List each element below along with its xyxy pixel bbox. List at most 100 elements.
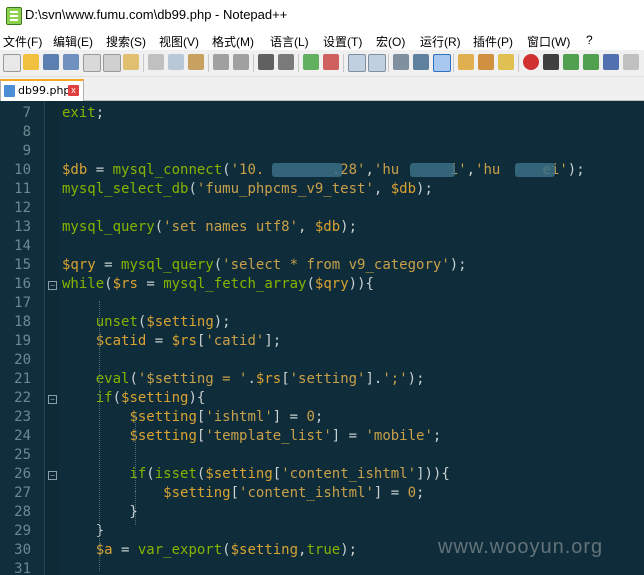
sync-v-icon[interactable]: [348, 54, 366, 72]
line-number: 13: [14, 219, 31, 235]
menu-language[interactable]: 语言(L): [270, 33, 309, 50]
title-bar: D:\svn\www.fumu.com\db99.php - Notepad++: [0, 0, 644, 31]
line-number: 16: [14, 276, 31, 292]
toolbar-separator: [518, 54, 519, 72]
undo-icon[interactable]: [213, 54, 229, 70]
code-line[interactable]: 14: [0, 237, 644, 256]
save-macro-icon[interactable]: [603, 54, 619, 70]
code-line[interactable]: 21 eval('$setting = '.$rs['setting'].';'…: [0, 370, 644, 389]
line-number: 25: [14, 447, 31, 463]
menu-plugins[interactable]: 插件(P): [473, 33, 513, 50]
line-number: 11: [14, 181, 31, 197]
close-all-icon[interactable]: [103, 54, 121, 72]
toolbar-separator: [388, 54, 389, 72]
toolbar-separator: [143, 54, 144, 72]
window-title: D:\svn\www.fumu.com\db99.php - Notepad++: [25, 7, 288, 22]
code-text: }: [62, 523, 105, 539]
code-line[interactable]: 26 if(isset($setting['content_ishtml']))…: [0, 465, 644, 484]
menu-search[interactable]: 搜索(S): [106, 33, 146, 50]
menu-window[interactable]: 窗口(W): [527, 33, 570, 50]
menu-settings[interactable]: 设置(T): [323, 33, 362, 50]
line-number: 28: [14, 504, 31, 520]
all-chars-icon[interactable]: [413, 54, 429, 70]
code-line[interactable]: 31: [0, 560, 644, 575]
code-text: unset($setting);: [95, 314, 231, 330]
line-number: 21: [14, 371, 31, 387]
close-icon[interactable]: [83, 54, 101, 72]
menu-macro[interactable]: 宏(O): [376, 33, 405, 50]
sync-h-icon[interactable]: [368, 54, 386, 72]
line-number: 18: [14, 314, 31, 330]
menu-file[interactable]: 文件(F): [3, 33, 42, 50]
replace-icon[interactable]: [278, 54, 294, 70]
function-list-icon[interactable]: [478, 54, 494, 70]
menu-view[interactable]: 视图(V): [159, 33, 199, 50]
file-icon: [4, 85, 15, 97]
code-line[interactable]: 20: [0, 351, 644, 370]
code-text: $setting['ishtml'] = 0;: [129, 409, 324, 425]
more-tools-icon[interactable]: [623, 54, 639, 70]
cut-icon[interactable]: [148, 54, 164, 70]
line-number: 31: [14, 561, 31, 575]
code-line[interactable]: 28 }: [0, 503, 644, 522]
line-number: 30: [14, 542, 31, 558]
line-number: 23: [14, 409, 31, 425]
line-number: 10: [14, 162, 31, 178]
indent-guide-icon[interactable]: [433, 54, 451, 72]
run-macro-multiple-icon[interactable]: [583, 54, 599, 70]
code-line[interactable]: 27 $setting['content_ishtml'] = 0;: [0, 484, 644, 503]
tab-close-icon[interactable]: x: [68, 85, 79, 96]
find-icon[interactable]: [258, 54, 274, 70]
code-line[interactable]: 16 while($rs = mysql_fetch_array($qry)){: [0, 275, 644, 294]
code-line[interactable]: 13 mysql_query('set names utf8', $db);: [0, 218, 644, 237]
code-editor[interactable]: 7 exit; 8 9 10 $db = mysql_connect('10. .28',…: [0, 101, 644, 575]
code-line[interactable]: 22 if($setting){: [0, 389, 644, 408]
code-line[interactable]: 18 unset($setting);: [0, 313, 644, 332]
code-line[interactable]: 12: [0, 199, 644, 218]
copy-icon[interactable]: [168, 54, 184, 70]
doc-map-icon[interactable]: [458, 54, 474, 70]
code-line[interactable]: 11 mysql_select_db('fumu_phpcms_v9_test',…: [0, 180, 644, 199]
code-line[interactable]: 19 $catid = $rs['catid'];: [0, 332, 644, 351]
toolbar-separator: [343, 54, 344, 72]
code-text: if($setting){: [95, 390, 206, 406]
menu-edit[interactable]: 编辑(E): [53, 33, 93, 50]
fold-toggle-icon[interactable]: −: [48, 471, 57, 480]
line-number: 29: [14, 523, 31, 539]
save-icon[interactable]: [43, 54, 59, 70]
code-line[interactable]: 8: [0, 123, 644, 142]
new-file-icon[interactable]: [3, 54, 21, 72]
line-number: 20: [14, 352, 31, 368]
code-line[interactable]: 23 $setting['ishtml'] = 0;: [0, 408, 644, 427]
line-number: 27: [14, 485, 31, 501]
code-line[interactable]: 9: [0, 142, 644, 161]
code-line[interactable]: 24 $setting['template_list'] = 'mobile';: [0, 427, 644, 446]
code-line[interactable]: 25: [0, 446, 644, 465]
menu-run[interactable]: 运行(R): [420, 33, 461, 50]
tab-db99-php[interactable]: db99.php x: [0, 79, 84, 102]
wrap-icon[interactable]: [393, 54, 409, 70]
zoom-in-icon[interactable]: [303, 54, 319, 70]
stop-macro-icon[interactable]: [543, 54, 559, 70]
zoom-out-icon[interactable]: [323, 54, 339, 70]
line-number: 19: [14, 333, 31, 349]
menu-help[interactable]: ?: [586, 33, 593, 47]
code-line[interactable]: 17: [0, 294, 644, 313]
save-all-icon[interactable]: [63, 54, 79, 70]
tab-bar: db99.php x: [0, 77, 644, 102]
print-icon[interactable]: [123, 54, 139, 70]
folder-workspace-icon[interactable]: [498, 54, 514, 70]
redacted-user: [410, 163, 455, 177]
redo-icon[interactable]: [233, 54, 249, 70]
play-macro-icon[interactable]: [563, 54, 579, 70]
menu-format[interactable]: 格式(M): [212, 33, 254, 50]
fold-toggle-icon[interactable]: −: [48, 281, 57, 290]
fold-toggle-icon[interactable]: −: [48, 395, 57, 404]
code-line[interactable]: 7 exit;: [0, 104, 644, 123]
open-file-icon[interactable]: [23, 54, 39, 70]
watermark: www.wooyun.org: [438, 536, 604, 558]
paste-icon[interactable]: [188, 54, 204, 70]
record-macro-icon[interactable]: [523, 54, 539, 70]
toolbar-separator: [453, 54, 454, 72]
code-line[interactable]: 15 $qry = mysql_query('select * from v9_c…: [0, 256, 644, 275]
